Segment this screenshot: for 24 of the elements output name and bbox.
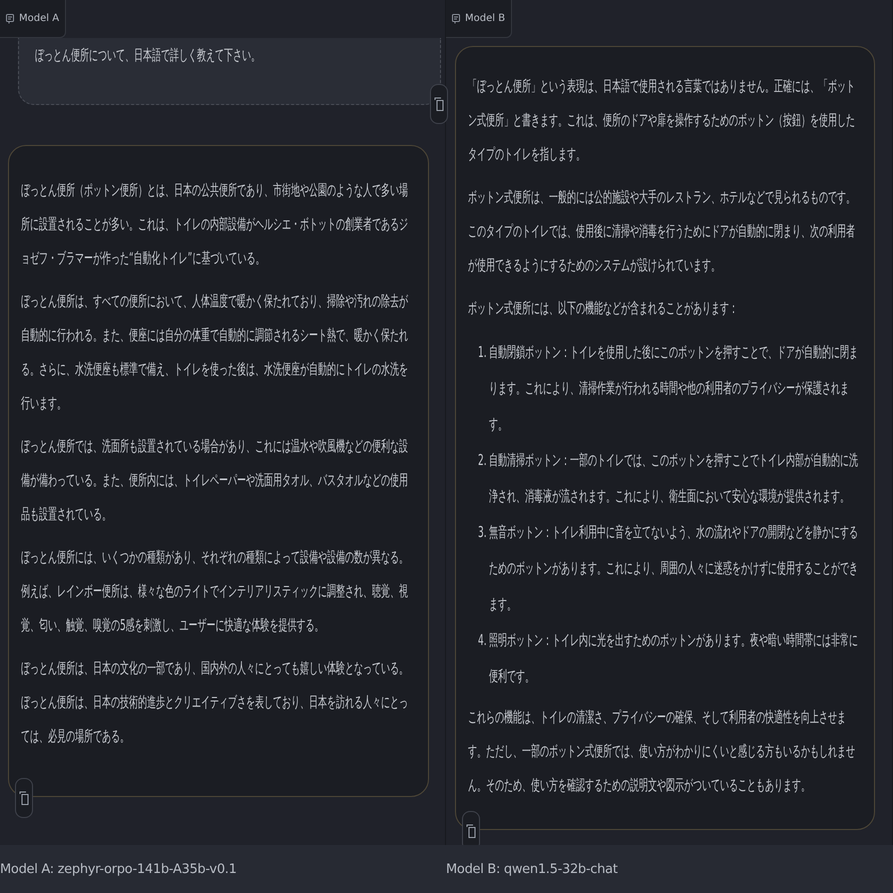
- message-text: 「ぼっとん便所」という表現は、日本語で使用される言葉ではありません。正確には、「ボットン式便所」と書きます。これは、便所のドアや扉を操作するためのボットン（按鈕）を使用したタイプのトイレを指します。: [468, 76, 856, 165]
- list-number: 3.: [478, 522, 488, 543]
- list-item-text: 自動閉鎖ボットン：トイレを使用した後にこのボットンを押すことで、ドアが自動的に閉まります。これにより、清掃作業が行われる時間や他の利用者のプライバシーが保護されます。: [488, 342, 859, 435]
- list-item-text: 照明ボットン：トイレ内に光を出すためのボットンがあります。夜や暗い時間帯には非常に便利です。: [488, 630, 859, 687]
- message-text: ぼっとん便所では、洗面所も設置されている場合があり、これには温水や吹風機などの便利な設備が備わっている。また、便所内には、トイレペーパーや洗面用タオル、バスタオルなどの使用品も設置されている。: [21, 436, 409, 525]
- list-number: 2.: [478, 450, 488, 471]
- list-item-text: 無音ボットン：トイレ利用中に音を立てないよう、水の流れやドアの開閉などを静かにするためのボットンがあります。これにより、周囲の人々に迷惑をかけずに使用することができます。: [488, 522, 859, 615]
- list-item-text: 自動清掃ボットン：一部のトイレでは、このボットンを押すことでトイレ内部が自動的に洗浄され、消毒液が流されます。これにより、衛生面において安心な環境が提供されます。: [488, 450, 859, 507]
- message-text: これらの機能は、トイレの清潔さ、プライバシーの確保、そして利用者の快適性を向上させます。ただし、一部のボットン式便所では、使い方がわかりにくいと感じる方もいるかもしれません。そのため、使い方を確認するための説明文や図示がついていることもあります。: [468, 707, 856, 796]
- tab-label: Model A: [19, 13, 60, 24]
- model-name: Model B: qwen1.5-32b-chat: [446, 862, 618, 876]
- message-text: ぼっとん便所（ポットン便所）とは、日本の公共便所であり、市街地や公園のような人で多い場所に設置されることが多い。これは、トイレの内部設備がヘルシエ・ボトットの創業者であるジョゼフ・ブラマーが作った“自動化トイレ”に基づいている。: [21, 180, 409, 269]
- tab-label: Model B: [465, 13, 506, 24]
- message-text: ぼっとん便所について、日本語で詳しく教えて下さい。: [35, 45, 261, 66]
- model-tab[interactable]: Model A: [0, 0, 66, 38]
- message-text: ぼっとん便所には、いくつかの種類があり、それぞれの種類によって設備や設備の数が異なる。例えば、レインボー便所は、様々な色のライトでインテリアリスティックに調整され、聴覚、視覚、匂い、触覚、嗅覚の5感を刺激し、ユーザーに快適な体験を提供する。: [21, 547, 409, 636]
- message-text: ぼっとん便所は、すべての便所において、人体温度で暖かく保たれており、掃除や汚れの除去が自動的に行われる。また、便座には自分の体重で自動的に調節されるシート熱で、暖かく保たれる。さらに、水洗便座も標準で備え、トイレを使った後は、水洗便座が自動的にトイレの水洗を行います。: [21, 291, 409, 414]
- list-number: 4.: [478, 630, 488, 651]
- model-name: Model A: zephyr-orpo-141b-A35b-v0.1: [0, 862, 237, 876]
- message-text: ボットン式便所は、一般的には公的施設や大手のレストラン、ホテルなどで見られるものです。このタイプのトイレでは、使用後に清掃や消毒を行うためにドアが自動的に閉まり、次の利用者が使用できるようにするためのシステムが設けられています。: [468, 187, 856, 276]
- message-text: ボットン式便所には、以下の機能などが含まれることがあります：: [468, 298, 739, 319]
- message-text: ぼっとん便所は、日本の文化の一部であり、国内外の人々にとっても嬉しい体験となっている。ぼっとん便所は、日本の技術的進歩とクリエイティブさを表しており、日本を訪れる人々にとっては、必見の場所である。: [21, 658, 409, 747]
- model-tab[interactable]: Model B: [446, 0, 512, 38]
- list-number: 1.: [478, 342, 488, 363]
